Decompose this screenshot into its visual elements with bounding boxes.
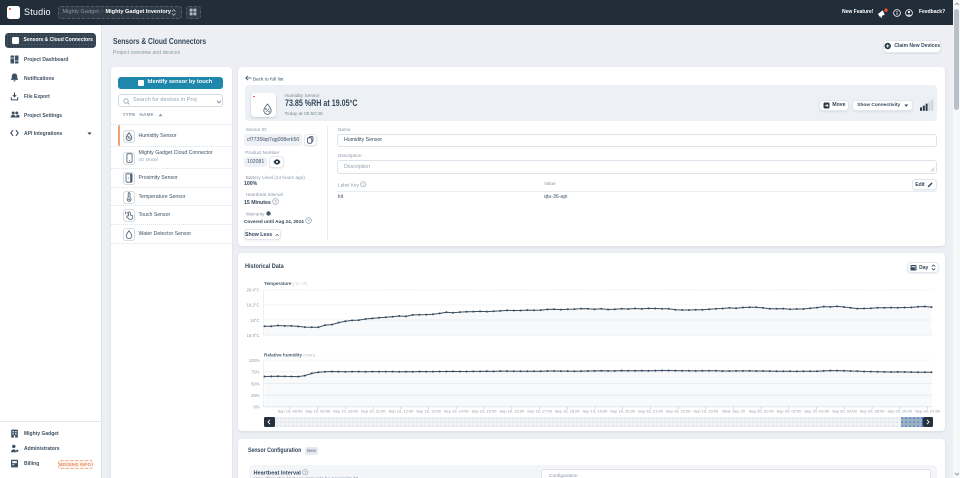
svg-text:?: ? bbox=[362, 181, 365, 186]
svg-text:?: ? bbox=[304, 469, 307, 474]
svg-text:?: ? bbox=[274, 199, 277, 204]
svg-text:?: ? bbox=[307, 218, 310, 223]
